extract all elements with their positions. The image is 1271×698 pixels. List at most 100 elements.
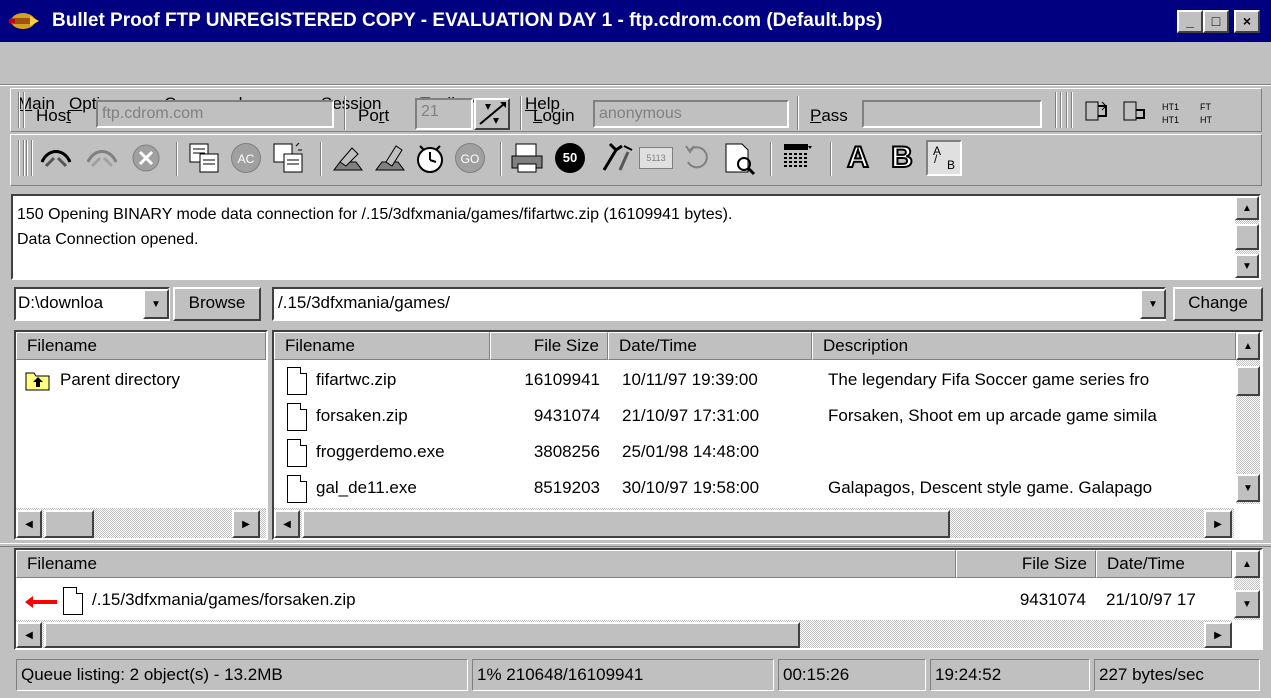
remote-path-input[interactable]: /.15/3dfxmania/games/: [272, 287, 1166, 321]
port-input[interactable]: 21: [415, 98, 473, 130]
list-item-parent-directory[interactable]: Parent directory: [60, 368, 180, 392]
remote-path-dropdown[interactable]: ▼: [1140, 289, 1166, 319]
ascii-icon[interactable]: AC: [228, 140, 264, 176]
file-date: 30/10/97 19:58:00: [622, 478, 760, 497]
app-icon[interactable]: [8, 8, 40, 34]
font-a-label: A: [846, 141, 870, 175]
pass-input[interactable]: [862, 100, 1042, 128]
port-spinner[interactable]: [474, 98, 510, 130]
font-b-icon[interactable]: B: [884, 140, 920, 176]
change-button[interactable]: Change: [1173, 287, 1263, 321]
transfer-mode-buttons: HT1 HT1 FT HT: [1082, 96, 1262, 128]
maximize-button[interactable]: □: [1203, 10, 1229, 33]
scroll-right-button[interactable]: ▶: [1204, 622, 1232, 648]
keyboard-icon[interactable]: 5113: [638, 140, 674, 176]
toolbar-grip[interactable]: [26, 140, 32, 176]
arrow-down-icon: ▼: [1242, 260, 1252, 272]
upload-icon[interactable]: [330, 140, 366, 176]
go-icon[interactable]: GO: [452, 140, 488, 176]
scroll-thumb[interactable]: [1236, 366, 1260, 396]
transfer-up-icon[interactable]: [1085, 101, 1107, 121]
close-button[interactable]: ×: [1234, 10, 1260, 33]
scroll-up-button[interactable]: ▲: [1234, 550, 1260, 578]
remote-header-filename[interactable]: Filename: [274, 332, 490, 360]
scroll-up-button[interactable]: ▲: [1236, 332, 1260, 360]
font-a-icon[interactable]: A: [840, 140, 876, 176]
font-ab-icon[interactable]: A / B: [926, 140, 962, 176]
scroll-thumb[interactable]: [44, 510, 94, 538]
arrow-up-icon: ▲: [1242, 558, 1252, 570]
login-input[interactable]: anonymous: [593, 100, 789, 128]
abort-icon[interactable]: [128, 140, 164, 176]
scroll-left-button[interactable]: ◀: [16, 622, 42, 648]
remote-header-filesize[interactable]: File Size: [490, 332, 608, 360]
separator: [520, 96, 522, 130]
scroll-up-button[interactable]: ▲: [1235, 196, 1259, 220]
status-queue: Queue listing: 2 object(s) - 13.2MB: [16, 659, 468, 691]
paste-icon[interactable]: [270, 140, 306, 176]
status-rate: 227 bytes/sec: [1094, 659, 1260, 691]
title-bar[interactable]: Bullet Proof FTP UNREGISTERED COPY - EVA…: [0, 0, 1271, 42]
file-date: 21/10/97 17:31:00: [622, 406, 760, 425]
file-date: 25/01/98 14:48:00: [622, 442, 760, 461]
scroll-thumb[interactable]: [1235, 224, 1259, 250]
scroll-down-button[interactable]: ▼: [1234, 590, 1260, 618]
arrow-left-icon: ◀: [283, 518, 291, 530]
host-label: Host: [36, 106, 71, 125]
menu-divider: [0, 84, 1271, 86]
scroll-down-button[interactable]: ▼: [1236, 474, 1260, 502]
file-icon: [63, 587, 83, 615]
scroll-thumb[interactable]: [44, 622, 800, 648]
scroll-thumb[interactable]: [302, 510, 950, 538]
arrow-down-icon: ▼: [1243, 482, 1253, 494]
list-view-icon[interactable]: [780, 140, 816, 176]
browse-button[interactable]: Browse: [173, 287, 261, 321]
remote-header-datetime[interactable]: Date/Time: [608, 332, 812, 360]
toolbar-grip[interactable]: [1055, 92, 1061, 128]
download-icon[interactable]: [372, 140, 408, 176]
host-input[interactable]: ftp.cdrom.com: [96, 100, 334, 128]
print-icon[interactable]: [510, 140, 546, 176]
refresh-icon[interactable]: [680, 140, 716, 176]
ft-mode-icon[interactable]: FT HT: [1200, 102, 1212, 125]
toolbar-grip[interactable]: [18, 140, 24, 176]
transfer-down-icon[interactable]: [1123, 101, 1145, 121]
queue-50-icon[interactable]: 50: [552, 140, 588, 176]
scroll-down-button[interactable]: ▼: [1235, 254, 1259, 278]
file-icon: [287, 475, 307, 503]
queue-header-datetime[interactable]: Date/Time: [1096, 550, 1232, 578]
toolbar-grip[interactable]: [1066, 92, 1072, 128]
timer-icon[interactable]: [412, 140, 448, 176]
copy-icon[interactable]: [186, 140, 222, 176]
ascii-label: AC: [231, 143, 261, 173]
scroll-right-button[interactable]: ▶: [232, 510, 260, 538]
connect-icon[interactable]: [38, 140, 74, 176]
scroll-left-button[interactable]: ◀: [16, 510, 42, 538]
toolbar-separator: [320, 142, 322, 176]
queue-header-filename[interactable]: Filename: [16, 550, 956, 578]
disconnect-icon[interactable]: [84, 140, 120, 176]
menu-bar: Main Options Commands Session Toolbars H…: [0, 42, 1271, 113]
local-header-filename[interactable]: Filename: [16, 332, 266, 360]
tools-icon[interactable]: [598, 140, 634, 176]
go-label: GO: [455, 143, 485, 173]
remote-header-description[interactable]: Description: [812, 332, 1236, 360]
queue-row-datetime: 21/10/97 17: [1106, 590, 1196, 609]
toolbar-grip[interactable]: [18, 92, 24, 128]
html-mode-icon[interactable]: HT1HT1: [1162, 102, 1179, 125]
pane-splitter[interactable]: [0, 543, 1271, 547]
preview-icon[interactable]: [722, 140, 758, 176]
minimize-button[interactable]: _: [1177, 10, 1203, 33]
transfer-arrow-icon: [25, 593, 59, 608]
status-elapsed: 00:15:26: [778, 659, 926, 691]
toolbar-separator: [770, 142, 772, 176]
local-drive-dropdown[interactable]: ▼: [143, 289, 169, 319]
queue-header-filesize[interactable]: File Size: [956, 550, 1096, 578]
scroll-right-button[interactable]: ▶: [1204, 510, 1232, 538]
arrow-right-icon: ▶: [242, 518, 250, 530]
separator: [797, 96, 799, 130]
queue-row-filename[interactable]: /.15/3dfxmania/games/forsaken.zip: [92, 588, 356, 612]
scroll-left-button[interactable]: ◀: [274, 510, 300, 538]
file-icon: [287, 403, 307, 431]
arrow-left-icon: ◀: [25, 518, 33, 530]
